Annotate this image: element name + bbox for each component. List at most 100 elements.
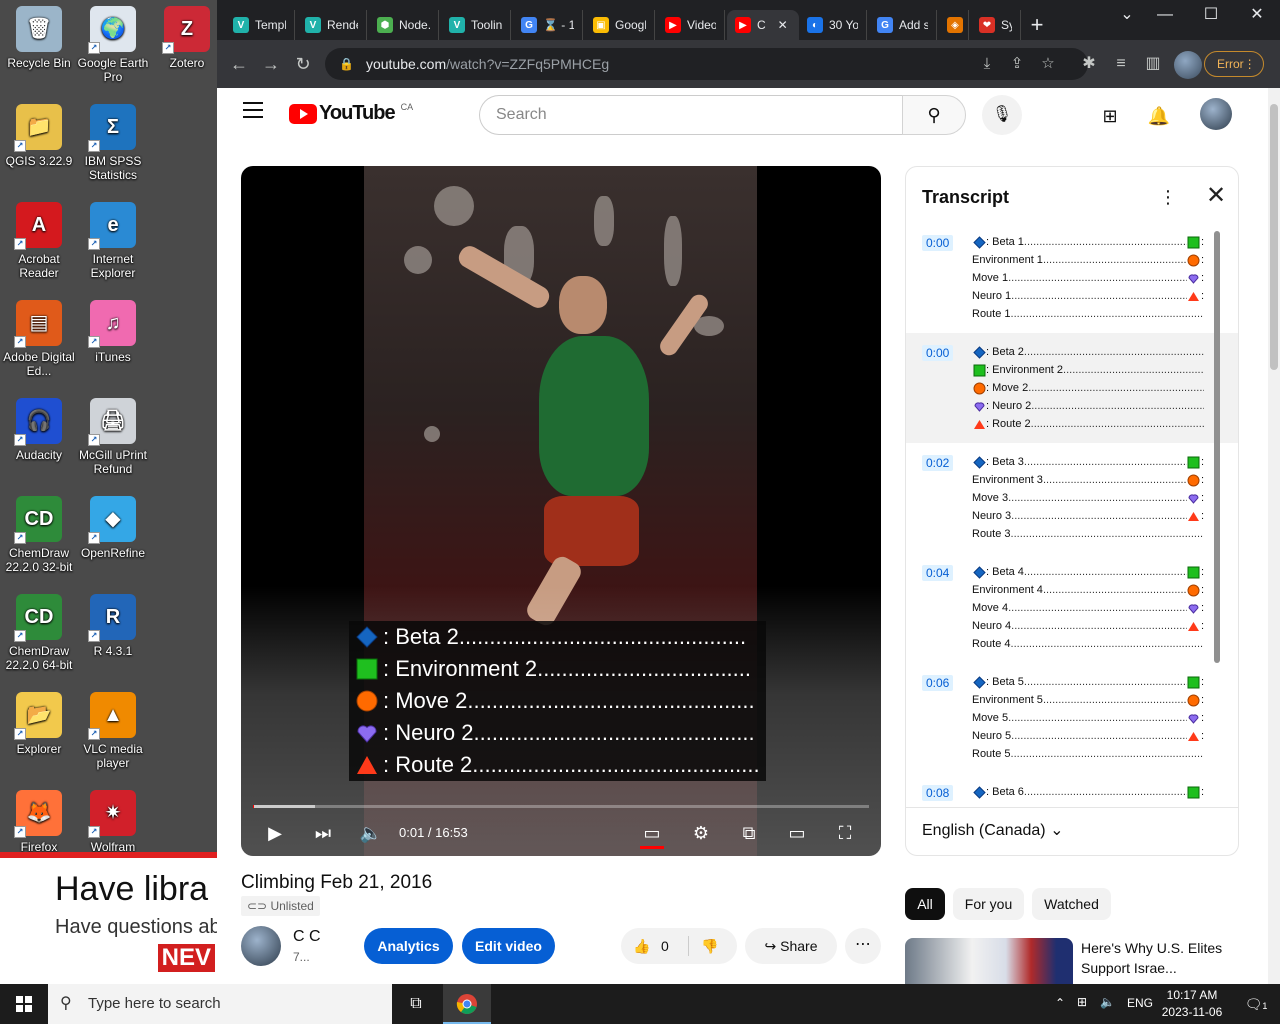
transcript-menu-icon[interactable]: ⋮ bbox=[1158, 185, 1178, 209]
tab[interactable]: V Toolin bbox=[441, 10, 511, 40]
desktop-icon[interactable]: Z ↗ Zotero bbox=[148, 6, 226, 70]
tab-close-icon[interactable]: ✕ bbox=[778, 18, 788, 32]
chrome-taskbar-icon[interactable] bbox=[443, 984, 491, 1024]
language-indicator[interactable]: ENG bbox=[1127, 996, 1153, 1010]
chip-for-you[interactable]: For you bbox=[953, 888, 1024, 920]
tab[interactable]: ▣ Googl bbox=[585, 10, 655, 40]
account-avatar[interactable] bbox=[1200, 98, 1232, 130]
tab[interactable]: ⬢ Node. bbox=[369, 10, 439, 40]
create-video-icon[interactable]: ⊞ bbox=[1094, 100, 1126, 132]
volume-icon[interactable]: 🔈 bbox=[1100, 995, 1115, 1009]
desktop-icon[interactable]: Σ ↗ IBM SPSS Statistics bbox=[74, 104, 152, 182]
fullscreen-icon[interactable]: ⛶ bbox=[827, 818, 863, 848]
volume-icon[interactable]: 🔈 bbox=[353, 818, 389, 848]
desktop-icon[interactable]: 🦊 ↗ Firefox bbox=[0, 790, 78, 854]
play-button[interactable]: ▶ bbox=[257, 818, 293, 848]
search-input[interactable]: Search bbox=[479, 95, 903, 135]
show-hidden-icons[interactable]: ⌃ bbox=[1055, 996, 1065, 1010]
transcript-segment[interactable]: 0:08: Beta 6............................… bbox=[906, 773, 1238, 807]
desktop-icon[interactable]: ▤ ↗ Adobe Digital Ed... bbox=[0, 300, 78, 378]
transcript-timestamp[interactable]: 0:04 bbox=[922, 565, 954, 581]
settings-gear-icon[interactable]: ⚙ bbox=[683, 818, 719, 848]
desktop-icon[interactable]: 📁 ↗ QGIS 3.22.9 bbox=[0, 104, 78, 168]
hamburger-menu-icon[interactable] bbox=[243, 102, 263, 118]
desktop-icon[interactable]: ♫ ↗ iTunes bbox=[74, 300, 152, 364]
transcript-segment[interactable]: 0:00: Beta 2............................… bbox=[906, 333, 1238, 443]
progress-bar[interactable] bbox=[253, 805, 869, 808]
more-actions-button[interactable]: ⋯ bbox=[845, 928, 881, 964]
error-button[interactable]: Error ⋮ bbox=[1204, 51, 1264, 77]
next-button[interactable]: ⏭ bbox=[305, 818, 341, 848]
transcript-segment[interactable]: 0:02: Beta 3............................… bbox=[906, 443, 1238, 553]
desktop-icon[interactable]: 🖨 ↗ McGill uPrint Refund bbox=[74, 398, 152, 476]
chip-watched[interactable]: Watched bbox=[1032, 888, 1111, 920]
transcript-language-select[interactable]: English (Canada) ⌄ bbox=[906, 807, 1238, 855]
tab[interactable]: G Add s bbox=[869, 10, 937, 40]
page-scrollbar[interactable] bbox=[1268, 88, 1280, 984]
notifications-icon[interactable]: 🗨1 bbox=[1232, 984, 1280, 1024]
channel-avatar[interactable] bbox=[241, 926, 281, 966]
miniplayer-icon[interactable]: ⧉ bbox=[731, 818, 767, 848]
desktop-icon[interactable]: R ↗ R 4.3.1 bbox=[74, 594, 152, 658]
start-button[interactable] bbox=[0, 984, 48, 1024]
network-icon[interactable]: ⊞ bbox=[1077, 995, 1087, 1009]
desktop-icon[interactable]: ◆ ↗ OpenRefine bbox=[74, 496, 152, 560]
transcript-timestamp[interactable]: 0:08 bbox=[922, 785, 954, 801]
desktop-icon[interactable]: A ↗ Acrobat Reader bbox=[0, 202, 78, 280]
share-button[interactable]: ↪ Share bbox=[745, 928, 837, 964]
minimize-button[interactable]: — bbox=[1142, 4, 1188, 28]
extensions-icon[interactable]: ✱ bbox=[1075, 50, 1103, 78]
install-app-icon[interactable]: ⤓ bbox=[975, 48, 999, 80]
edit-video-button[interactable]: Edit video bbox=[462, 928, 555, 964]
media-controls-icon[interactable]: ≡ bbox=[1107, 50, 1135, 78]
tab-active[interactable]: ▶ C ✕ bbox=[727, 10, 799, 40]
taskbar-search-input[interactable]: ⚲ Type here to search bbox=[48, 984, 392, 1024]
side-panel-icon[interactable]: ▥ bbox=[1139, 50, 1167, 78]
transcript-timestamp[interactable]: 0:00 bbox=[922, 345, 954, 361]
subtitles-icon[interactable]: ▭ bbox=[634, 818, 670, 848]
desktop-icon[interactable]: 🌍 ↗ Google Earth Pro bbox=[74, 6, 152, 84]
transcript-scrollbar[interactable] bbox=[1214, 231, 1220, 663]
forward-icon[interactable]: → bbox=[257, 50, 285, 78]
address-bar[interactable]: 🔒 youtube.com/watch?v=ZZFq5PMHCEg ⤓ ⇪ ☆ bbox=[325, 48, 1088, 80]
new-tab-button[interactable]: + bbox=[1023, 12, 1051, 40]
desktop-icon[interactable]: CD ↗ ChemDraw 22.2.0 64-bit bbox=[0, 594, 78, 672]
transcript-segment[interactable]: 0:04: Beta 4............................… bbox=[906, 553, 1238, 663]
tab[interactable]: G ⌛ - 1 bbox=[513, 10, 583, 40]
channel-name[interactable]: C C bbox=[293, 928, 321, 946]
tab[interactable]: ❤ Sy bbox=[971, 10, 1021, 40]
recommendation-title[interactable]: Here's Why U.S. Elites Support Israe... bbox=[1081, 938, 1231, 978]
tab[interactable]: ◈ bbox=[939, 10, 969, 40]
task-view-icon[interactable]: ⧉ bbox=[392, 984, 440, 1024]
desktop-icon[interactable]: 📂 ↗ Explorer bbox=[0, 692, 78, 756]
maximize-button[interactable]: ☐ bbox=[1188, 4, 1234, 28]
search-button[interactable]: ⚲ bbox=[902, 95, 966, 135]
tab[interactable]: ▶ Video bbox=[657, 10, 725, 40]
share-page-icon[interactable]: ⇪ bbox=[1005, 48, 1029, 80]
transcript-timestamp[interactable]: 0:06 bbox=[922, 675, 954, 691]
desktop-icon[interactable]: e ↗ Internet Explorer bbox=[74, 202, 152, 280]
like-icon[interactable]: 👍 bbox=[633, 928, 650, 964]
desktop-icon[interactable]: ▲ ↗ VLC media player bbox=[74, 692, 152, 770]
analytics-button[interactable]: Analytics bbox=[364, 928, 453, 964]
voice-search-button[interactable]: 🎙 bbox=[982, 95, 1022, 135]
notifications-bell-icon[interactable]: 🔔 bbox=[1143, 100, 1175, 132]
transcript-segment[interactable]: 0:06: Beta 5............................… bbox=[906, 663, 1238, 773]
reload-icon[interactable]: ↻ bbox=[289, 50, 317, 78]
youtube-logo[interactable]: YouTube CA bbox=[289, 102, 413, 125]
transcript-timestamp[interactable]: 0:02 bbox=[922, 455, 954, 471]
bookmark-star-icon[interactable]: ☆ bbox=[1036, 48, 1060, 80]
tab[interactable]: ◐ 30 Yo bbox=[799, 10, 867, 40]
page-scrollbar-thumb[interactable] bbox=[1270, 104, 1278, 370]
transcript-timestamp[interactable]: 0:00 bbox=[922, 235, 954, 251]
back-icon[interactable]: ← bbox=[225, 50, 253, 78]
recommendation-thumbnail[interactable] bbox=[905, 938, 1073, 984]
desktop-icon[interactable]: 🎧 ↗ Audacity bbox=[0, 398, 78, 462]
tab[interactable]: V Templ bbox=[225, 10, 295, 40]
profile-avatar[interactable] bbox=[1174, 51, 1202, 79]
transcript-segment[interactable]: 0:00: Beta 1............................… bbox=[906, 223, 1238, 333]
dislike-icon[interactable]: 👎 bbox=[701, 928, 718, 964]
clock[interactable]: 10:17 AM 2023-11-06 bbox=[1152, 987, 1232, 1021]
chip-all[interactable]: All bbox=[905, 888, 945, 920]
tab[interactable]: V Rende bbox=[297, 10, 367, 40]
